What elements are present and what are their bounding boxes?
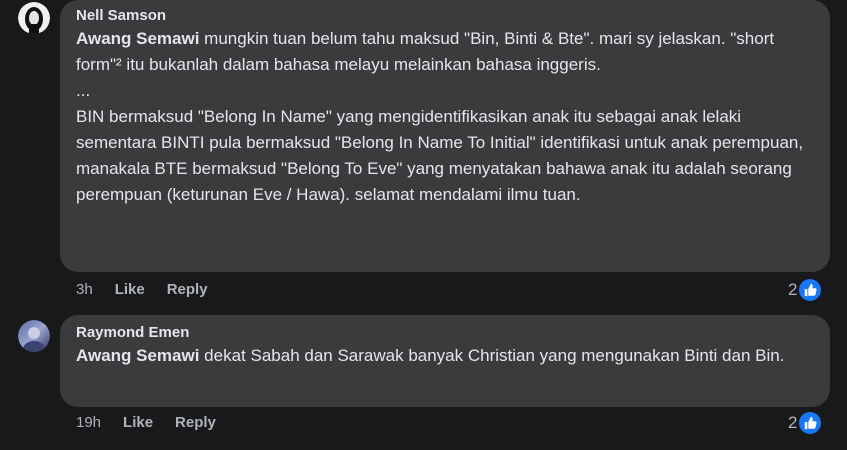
reaction-count: 2 <box>788 280 798 299</box>
comment-text: Awang Semawi dekat Sabah dan Sarawak ban… <box>76 343 814 369</box>
comment-body: dekat Sabah dan Sarawak banyak Christian… <box>199 346 785 365</box>
comment-bubble: Nell Samson Awang Semawi mungkin tuan be… <box>60 0 830 272</box>
avatar[interactable] <box>18 320 50 352</box>
comment-author[interactable]: Raymond Emen <box>76 323 814 343</box>
reaction-summary[interactable]: 2 <box>788 412 822 434</box>
mention-link[interactable]: Awang Semawi <box>76 346 199 365</box>
reaction-count: 2 <box>788 413 798 432</box>
thumbs-up-icon <box>799 279 822 301</box>
mention-link[interactable]: Awang Semawi <box>76 29 199 48</box>
comment-timestamp[interactable]: 19h <box>76 414 101 431</box>
reply-button[interactable]: Reply <box>167 281 208 298</box>
like-button[interactable]: Like <box>115 281 145 298</box>
comment-text: Awang Semawi mungkin tuan belum tahu mak… <box>76 26 814 208</box>
like-button[interactable]: Like <box>123 414 153 431</box>
avatar[interactable] <box>18 2 50 34</box>
comment-actions: 3h Like Reply <box>76 281 230 298</box>
thumbs-up-icon <box>799 412 822 434</box>
comment-bubble: Raymond Emen Awang Semawi dekat Sabah da… <box>60 315 830 407</box>
comment-author[interactable]: Nell Samson <box>76 6 814 26</box>
comment-body: mungkin tuan belum tahu maksud "Bin, Bin… <box>76 29 804 204</box>
reaction-summary[interactable]: 2 <box>788 279 822 301</box>
reply-button[interactable]: Reply <box>175 414 216 431</box>
comment-actions: 19h Like Reply <box>76 414 238 431</box>
comment-timestamp[interactable]: 3h <box>76 281 93 298</box>
